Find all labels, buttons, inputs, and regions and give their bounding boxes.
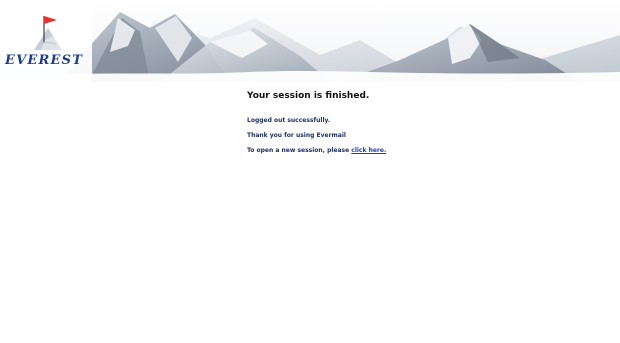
logout-status-text: Logged out successfully. — [247, 117, 331, 124]
click-here-link[interactable]: click here. — [351, 147, 386, 154]
header-banner: EVEREST — [0, 0, 620, 82]
everest-logo-text: EVEREST — [5, 53, 84, 68]
page-title: Your session is finished. — [247, 91, 370, 101]
mountain-banner-image — [0, 0, 620, 82]
new-session-text: To open a new session, please click here… — [247, 147, 537, 155]
thank-you-text: Thank you for using Evermail — [247, 132, 346, 139]
new-session-prefix: To open a new session, please — [247, 147, 352, 154]
session-message: Your session is finished. Logged out suc… — [247, 90, 537, 155]
logo-block: EVEREST — [0, 0, 92, 82]
logout-page: EVEREST Your session is finished. Logged… — [0, 0, 620, 343]
everest-flag-icon — [34, 16, 62, 50]
